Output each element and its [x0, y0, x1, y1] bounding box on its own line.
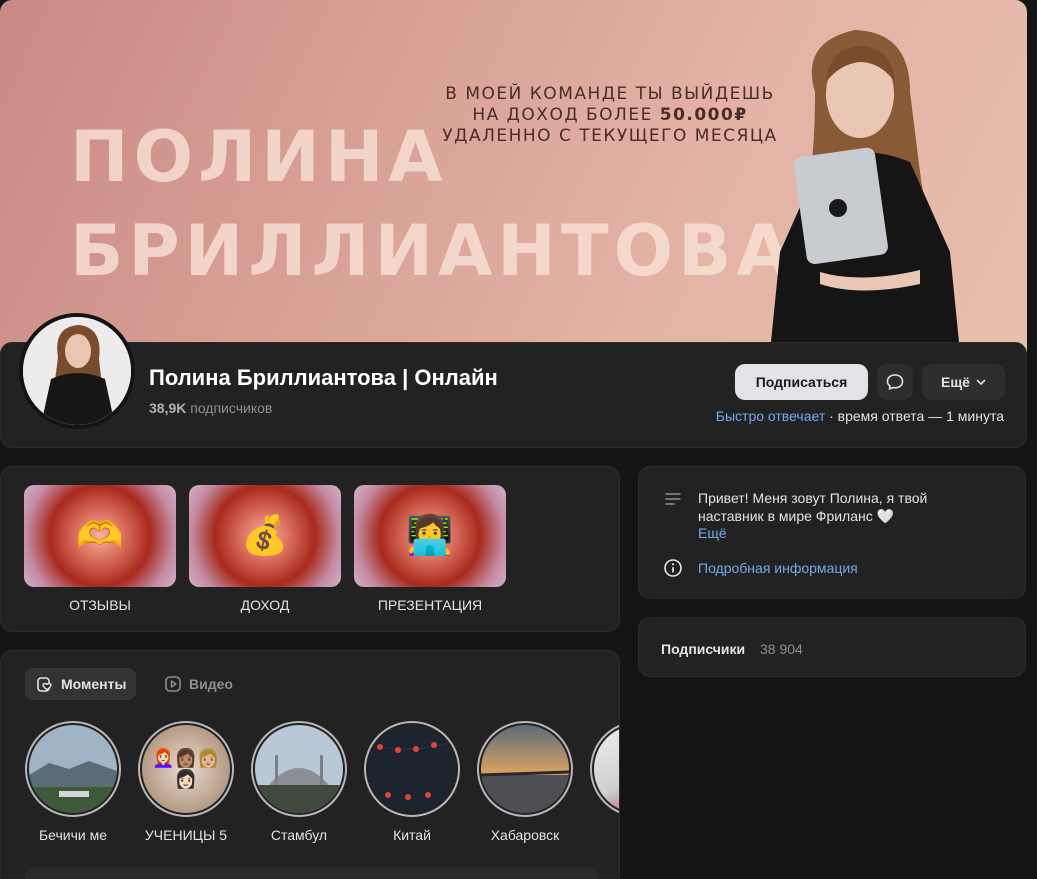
woman-laptop-icon: 👩‍💻	[354, 485, 506, 587]
moment-thumbnail	[368, 725, 456, 813]
moment-thumbnail	[594, 725, 619, 813]
highlight-label: ДОХОД	[240, 597, 290, 613]
about-more-link[interactable]: Ещё	[698, 525, 968, 541]
moments-footer-bar[interactable]	[25, 867, 599, 879]
about-text: Привет! Меня зовут Полина, я твой настав…	[698, 490, 928, 524]
profile-header: Полина Бриллиантова | Онлайн 38,9K подпи…	[0, 313, 1027, 448]
about-details-row[interactable]: Подробная информация	[663, 558, 858, 578]
moment-label: Хабаровск	[490, 827, 560, 843]
tab-video-label: Видео	[189, 676, 233, 692]
community-name: Полина Бриллиантова | Онлайн	[149, 365, 498, 390]
avatar-photo	[23, 317, 131, 425]
subscribers-count: 38,9K	[149, 400, 187, 416]
cover-tagline-amount: 50.000₽	[659, 105, 748, 125]
moment-label: УЧЕНИЦЫ 5	[144, 827, 228, 843]
moment-label: Б	[590, 827, 619, 843]
details-link[interactable]: Подробная информация	[698, 560, 858, 576]
description-lines-icon	[665, 493, 681, 505]
moment-item[interactable]: Стамбул	[251, 721, 347, 843]
community-page: ПОЛИНА БРИЛЛИАНТОВА В МОЕЙ КОМАНДЕ ТЫ ВЫ…	[0, 0, 1037, 879]
tab-moments[interactable]: Моменты	[25, 668, 137, 700]
video-icon	[165, 676, 181, 692]
highlight-presentation[interactable]: 👩‍💻 ПРЕЗЕНТАЦИЯ	[354, 485, 506, 613]
subscribers-summary[interactable]: 38,9K подписчиков	[149, 400, 272, 416]
response-status: Быстро отвечает · время ответа — 1 минут…	[716, 408, 1004, 424]
moment-thumbnail	[255, 725, 343, 813]
more-button-label: Ещё	[941, 374, 970, 390]
cover-tagline: В МОЕЙ КОМАНДЕ ТЫ ВЫЙДЕШЬ НА ДОХОД БОЛЕЕ…	[440, 84, 780, 147]
cover-banner: ПОЛИНА БРИЛЛИАНТОВА В МОЕЙ КОМАНДЕ ТЫ ВЫ…	[0, 0, 1027, 352]
cover-tagline-line2: НА ДОХОД БОЛЕЕ 50.000₽	[440, 105, 780, 126]
highlight-label: ПРЕЗЕНТАЦИЯ	[377, 597, 483, 613]
highlight-income[interactable]: 💰 ДОХОД	[189, 485, 341, 613]
highlight-label: ОТЗЫВЫ	[69, 597, 131, 613]
cover-tagline-line3: УДАЛЕННО С ТЕКУЩЕГО МЕСЯЦА	[442, 126, 778, 146]
moment-item[interactable]: Б	[590, 721, 619, 843]
response-time: · время ответа — 1 минута	[829, 408, 1004, 424]
subscribers-card[interactable]: Подписчики 38 904	[638, 617, 1026, 677]
moment-label: Китай	[393, 827, 431, 843]
cover-person-photo	[770, 30, 960, 352]
moment-label: Бечичи ме	[38, 827, 108, 843]
moment-item[interactable]: Бечичи ме	[25, 721, 121, 843]
moment-thumbnail	[29, 725, 117, 813]
moments-card: Моменты Видео Бечичи ме 👩🏻‍🦰👩🏽👩🏼👩🏻 УЧЕНИ…	[0, 650, 620, 879]
moment-thumbnail: 👩🏻‍🦰👩🏽👩🏼👩🏻	[142, 725, 230, 813]
women-emoji-icon: 👩🏻‍🦰👩🏽👩🏼👩🏻	[152, 748, 220, 789]
moment-thumbnail	[481, 725, 569, 813]
cover-tagline-line1: В МОЕЙ КОМАНДЕ ТЫ ВЫЙДЕШЬ	[445, 84, 775, 104]
about-card: Привет! Меня зовут Полина, я твой настав…	[638, 466, 1026, 599]
subscribers-total: 38 904	[760, 641, 803, 657]
moment-item[interactable]: Китай	[364, 721, 460, 843]
heart-hands-icon: 🫶	[24, 485, 176, 587]
cover-title-line2: БРИЛЛИАНТОВА	[70, 210, 796, 292]
moment-label: Стамбул	[270, 827, 328, 843]
subscribers-title: Подписчики	[661, 641, 746, 657]
subscribers-label: подписчиков	[190, 400, 273, 416]
message-button[interactable]	[877, 364, 913, 400]
moment-item[interactable]: 👩🏻‍🦰👩🏽👩🏼👩🏻 УЧЕНИЦЫ 5	[138, 721, 234, 843]
cover-tagline-prefix: НА ДОХОД БОЛЕЕ	[472, 105, 653, 125]
chevron-down-icon	[976, 379, 986, 386]
message-icon	[886, 374, 904, 390]
money-bag-icon: 💰	[189, 485, 341, 587]
more-button[interactable]: Ещё	[922, 364, 1005, 400]
highlights-card: 🫶 ОТЗЫВЫ 💰 ДОХОД 👩‍💻 ПРЕЗЕНТАЦИЯ	[0, 466, 620, 632]
moments-icon	[37, 677, 52, 692]
moment-item[interactable]: Хабаровск	[477, 721, 573, 843]
subscribe-button[interactable]: Подписаться	[735, 364, 868, 400]
avatar[interactable]	[19, 313, 135, 429]
tab-moments-label: Моменты	[61, 676, 127, 692]
tab-video[interactable]: Видео	[153, 668, 243, 700]
info-icon	[664, 559, 682, 577]
highlight-reviews[interactable]: 🫶 ОТЗЫВЫ	[24, 485, 176, 613]
responds-fast-link[interactable]: Быстро отвечает	[716, 408, 825, 424]
about-description: Привет! Меня зовут Полина, я твой настав…	[663, 489, 968, 541]
